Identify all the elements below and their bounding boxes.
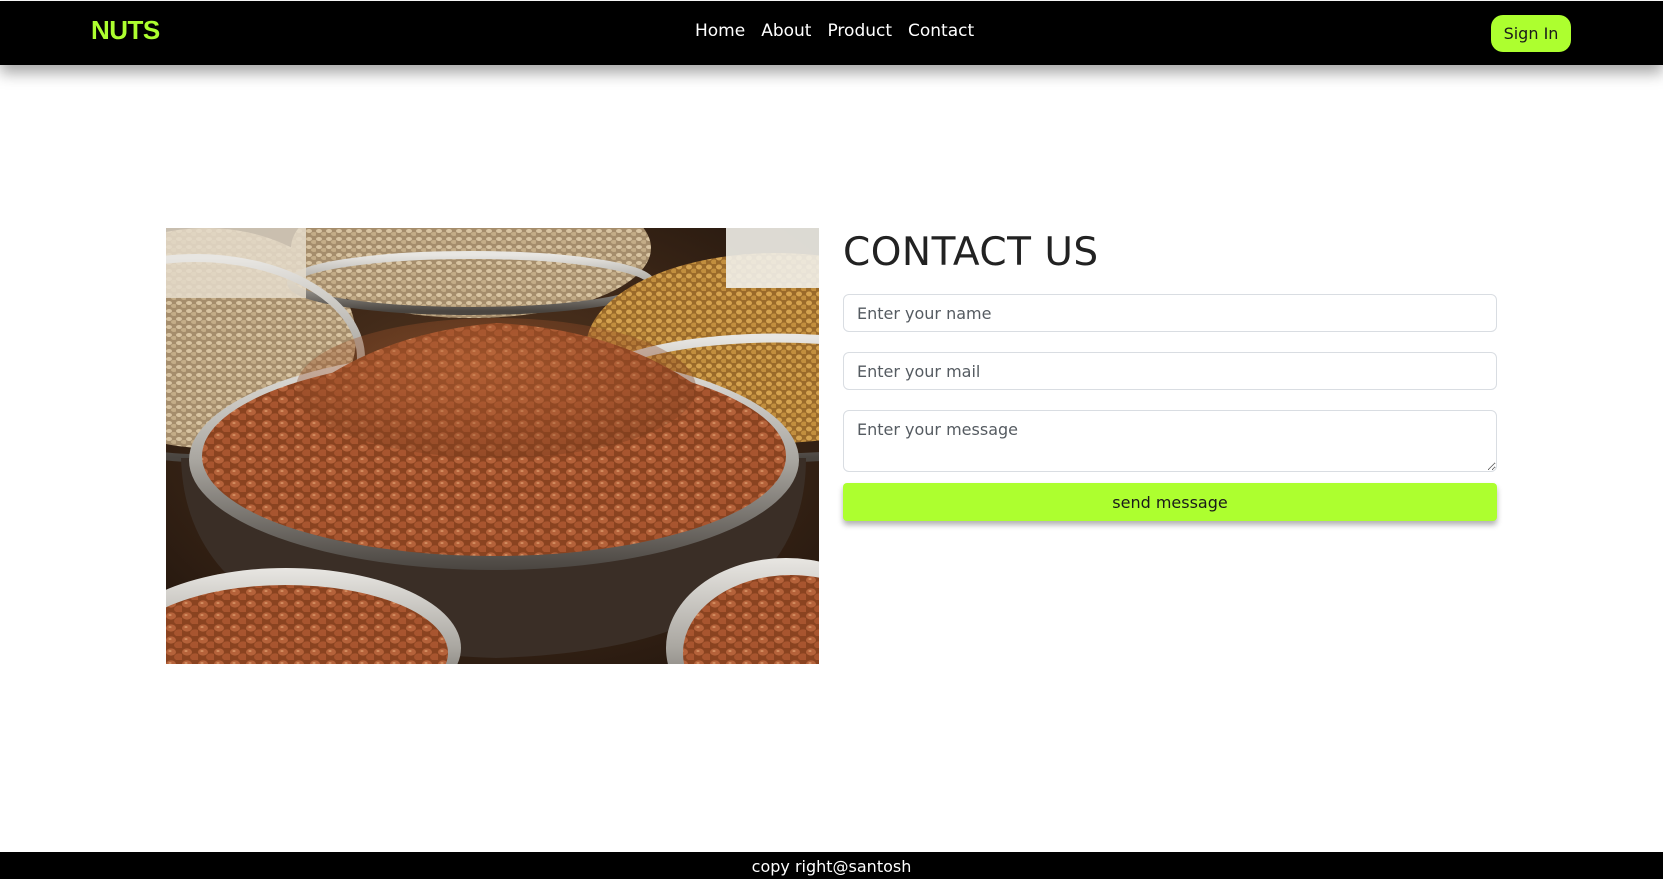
contact-form: CONTACT US send message bbox=[843, 228, 1497, 521]
message-textarea[interactable] bbox=[843, 410, 1497, 472]
mail-input[interactable] bbox=[843, 352, 1497, 390]
nuts-photo bbox=[166, 228, 819, 664]
nav-link-contact[interactable]: Contact bbox=[908, 21, 974, 41]
footer: copy right@santosh bbox=[0, 852, 1663, 879]
nav-link-home[interactable]: Home bbox=[695, 21, 745, 41]
nav-link-about[interactable]: About bbox=[761, 21, 811, 41]
nav-links: Home About Product Contact bbox=[695, 21, 974, 41]
bowls-of-peanuts-icon bbox=[166, 228, 819, 664]
contact-title: CONTACT US bbox=[843, 230, 1099, 275]
footer-copyright: copy right@santosh bbox=[751, 857, 912, 876]
sign-in-button[interactable]: Sign In bbox=[1491, 15, 1571, 52]
name-input[interactable] bbox=[843, 294, 1497, 332]
send-message-button[interactable]: send message bbox=[843, 483, 1497, 521]
navbar: NUTS Home About Product Contact Sign In bbox=[0, 1, 1663, 65]
nav-link-product[interactable]: Product bbox=[827, 21, 892, 41]
brand-logo[interactable]: NUTS bbox=[91, 15, 160, 46]
